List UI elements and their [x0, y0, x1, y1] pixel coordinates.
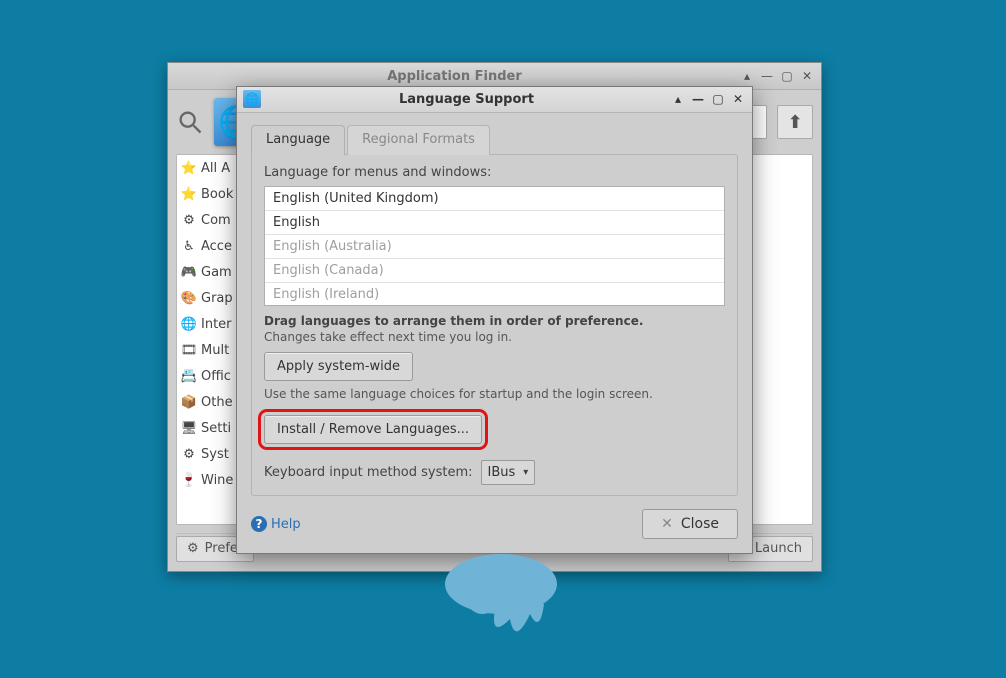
sidebar-item-label: Com: [201, 213, 231, 228]
language-row[interactable]: English (Australia): [265, 235, 724, 259]
language-support-window: 🌐 Language Support ▴ — ▢ ✕ Language Regi…: [236, 86, 753, 554]
language-titlebar: 🌐 Language Support ▴ — ▢ ✕: [237, 87, 752, 113]
games-icon: 🎮: [181, 264, 197, 280]
sidebar-item-label: Book: [201, 187, 233, 202]
sidebar-item-label: All A: [201, 161, 230, 176]
menus-windows-label: Language for menus and windows:: [264, 165, 725, 180]
help-icon: ?: [251, 516, 267, 532]
settings-icon: 🖥: [181, 420, 197, 436]
help-label: Help: [271, 517, 301, 532]
keyboard-input-row: Keyboard input method system: IBus: [264, 460, 725, 485]
star-icon: ⭐: [181, 160, 197, 176]
other-icon: 📦: [181, 394, 197, 410]
drag-hint: Drag languages to arrange them in order …: [264, 314, 725, 328]
language-title: Language Support: [267, 92, 666, 107]
sidebar-item-label: Othe: [201, 395, 233, 410]
multimedia-icon: 🎞: [181, 342, 197, 358]
rollup-icon[interactable]: ▴: [670, 91, 686, 107]
appfinder-title: Application Finder: [174, 69, 735, 84]
drag-hint-sub: Changes take effect next time you log in…: [264, 330, 725, 344]
rollup-icon[interactable]: ▴: [739, 68, 755, 84]
sidebar-item-label: Wine: [201, 473, 233, 488]
sidebar-item-label: Acce: [201, 239, 232, 254]
globe-icon: 🌐: [181, 316, 197, 332]
language-row[interactable]: English (Ireland): [265, 283, 724, 307]
maximize-icon[interactable]: ▢: [710, 91, 726, 107]
xfce-mouse-icon: [440, 554, 562, 659]
sidebar-item-label: Offic: [201, 369, 231, 384]
language-footer: ? Help ✕ Close: [237, 508, 752, 553]
language-body: Language Regional Formats Language for m…: [237, 113, 752, 508]
sidebar-item-label: Inter: [201, 317, 232, 332]
keyboard-input-label: Keyboard input method system:: [264, 465, 473, 480]
globe-icon: 🌐: [243, 90, 261, 108]
close-icon[interactable]: ✕: [799, 68, 815, 84]
gear-icon: ⚙: [181, 212, 197, 228]
language-row[interactable]: English (Canada): [265, 259, 724, 283]
sidebar-item-label: Setti: [201, 421, 231, 436]
sidebar-item-label: Syst: [201, 447, 229, 462]
keyboard-input-select[interactable]: IBus: [481, 460, 536, 485]
tab-regional-formats[interactable]: Regional Formats: [347, 125, 490, 155]
office-icon: 📇: [181, 368, 197, 384]
graphics-icon: 🎨: [181, 290, 197, 306]
up-arrow-button[interactable]: ⬆: [777, 105, 813, 139]
close-icon[interactable]: ✕: [730, 91, 746, 107]
wine-icon: 🍷: [181, 472, 197, 488]
accessibility-icon: ♿: [181, 238, 197, 254]
tab-panel-language: Language for menus and windows: English …: [251, 154, 738, 496]
minimize-icon[interactable]: —: [759, 68, 775, 84]
tab-bar: Language Regional Formats: [251, 125, 738, 155]
star-icon: ⭐: [181, 186, 197, 202]
minimize-icon[interactable]: —: [690, 91, 706, 107]
close-label: Close: [681, 516, 719, 532]
apply-system-wide-button[interactable]: Apply system-wide: [264, 352, 413, 381]
language-row[interactable]: English (United Kingdom): [265, 187, 724, 211]
language-list[interactable]: English (United Kingdom) English English…: [264, 186, 725, 306]
help-link[interactable]: ? Help: [251, 516, 301, 532]
language-row[interactable]: English: [265, 211, 724, 235]
tab-language[interactable]: Language: [251, 125, 345, 155]
maximize-icon[interactable]: ▢: [779, 68, 795, 84]
sidebar-item-label: Gam: [201, 265, 232, 280]
search-icon: [176, 108, 204, 136]
close-x-icon: ✕: [661, 516, 673, 532]
gear-icon: ⚙: [181, 446, 197, 462]
keyboard-input-value: IBus: [488, 465, 516, 480]
drag-hint-bold: Drag languages to arrange them in order …: [264, 314, 643, 328]
close-button[interactable]: ✕ Close: [642, 509, 738, 539]
sidebar-item-label: Grap: [201, 291, 233, 306]
gear-icon: ⚙: [187, 541, 199, 556]
launch-label: Launch: [755, 541, 802, 556]
sidebar-item-label: Mult: [201, 343, 229, 358]
same-choices-hint: Use the same language choices for startu…: [264, 387, 725, 401]
install-remove-languages-button[interactable]: Install / Remove Languages...: [264, 415, 482, 444]
